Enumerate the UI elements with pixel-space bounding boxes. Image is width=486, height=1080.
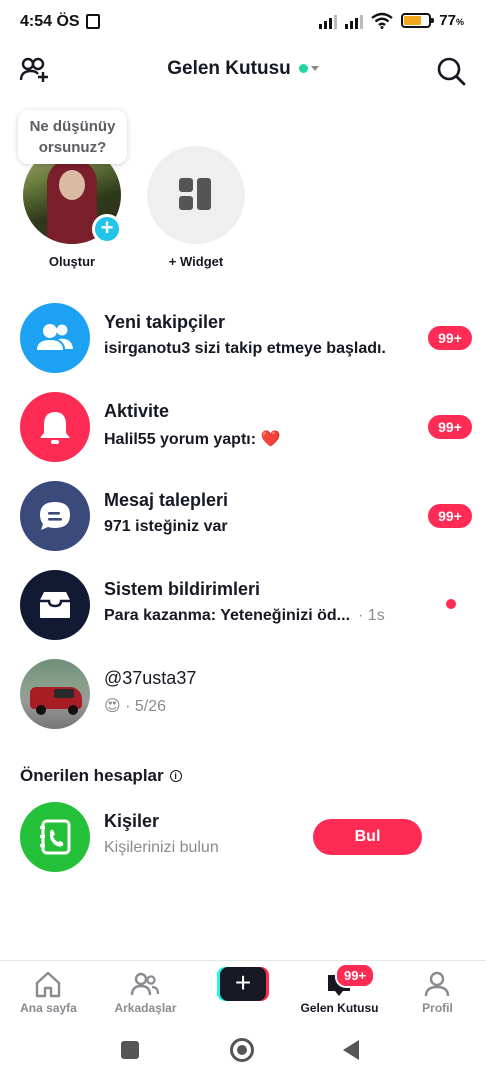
inbox-row-message-requests[interactable]: Mesaj talepleri 971 isteğiniz var 99+ [0, 474, 486, 558]
row-subtitle: 😍 · 5/26 [104, 698, 167, 715]
nav-label: Ana sayfa [20, 1001, 77, 1015]
find-button[interactable]: Bul [313, 819, 422, 855]
unread-badge: 99+ [428, 326, 472, 350]
followers-icon [20, 303, 90, 373]
inbox-badge: 99+ [335, 963, 376, 988]
inbox-row-activity[interactable]: Aktivite Halil55 yorum yaptı: ❤️ 99+ [0, 385, 486, 469]
inbox-tray-icon [20, 570, 90, 640]
search-icon[interactable] [436, 56, 466, 86]
online-status-dot [298, 64, 308, 74]
emoji: 😍 [104, 698, 121, 715]
create-label: Oluştur [48, 254, 96, 269]
inbox-row-new-followers[interactable]: Yeni takipçiler isirganotu3 sizi takip e… [0, 296, 486, 380]
row-title: @37usta37 [104, 668, 197, 688]
add-story-icon[interactable]: + [92, 214, 122, 244]
recent-apps-icon[interactable] [121, 1041, 139, 1059]
unread-badge: 99+ [428, 504, 472, 528]
plus-icon: + [220, 967, 266, 1001]
nav-home[interactable]: Ana sayfa [0, 961, 97, 1025]
status-bar: 4:54 ÖS 77% [0, 0, 486, 44]
thought-bubble[interactable]: Ne düşünüy orsunuz? [18, 110, 127, 164]
section-title: Önerilen hesaplar i [20, 766, 182, 786]
heart-emoji: ❤️ [260, 431, 281, 448]
page-title[interactable]: Gelen Kutusu [0, 58, 486, 80]
nav-label: Arkadaşlar [114, 1001, 177, 1015]
bell-icon [20, 392, 90, 462]
status-indicators: 77% [319, 12, 464, 29]
signal-icon [319, 13, 338, 29]
unread-dot [446, 599, 456, 609]
row-subtitle: Halil55 yorum yaptı: ❤️ [104, 431, 281, 448]
contacts-icon [20, 802, 90, 872]
inbox-row-chat[interactable]: @37usta37 😍 · 5/26 [0, 652, 486, 736]
widget-label: + Widget [168, 254, 224, 269]
message-icon [20, 481, 90, 551]
signal-icon-2 [345, 13, 364, 29]
nfc-icon [86, 14, 100, 29]
row-title: Sistem bildirimleri [104, 579, 261, 599]
row-time: · 1s [358, 607, 385, 624]
wifi-icon [371, 12, 394, 29]
info-icon[interactable]: i [169, 770, 182, 782]
friends-icon [130, 972, 160, 996]
inbox-row-system-notifications[interactable]: Sistem bildirimleri Para kazanma: Yetene… [0, 563, 486, 647]
row-title: Aktivite [104, 401, 170, 421]
row-title: Yeni takipçiler [104, 312, 226, 332]
row-subtitle: 971 isteğiniz var [104, 518, 228, 535]
widget-icon [179, 178, 193, 192]
nav-label: Profil [422, 1001, 453, 1015]
status-time: 4:54 ÖS [20, 13, 80, 30]
page-title-text: Gelen Kutusu [167, 58, 291, 79]
row-title: Kişiler [104, 811, 160, 831]
home-button-icon[interactable] [230, 1038, 254, 1062]
nav-friends[interactable]: Arkadaşlar [97, 961, 194, 1025]
row-title: Mesaj talepleri [104, 490, 229, 510]
create-button[interactable]: + [217, 967, 269, 1001]
chevron-down-icon [310, 66, 319, 72]
avatar [20, 659, 90, 729]
row-subtitle: Kişilerinizi bulun [104, 839, 219, 856]
header: Gelen Kutusu [0, 48, 486, 94]
unread-badge: 99+ [428, 415, 472, 439]
battery-icon [401, 13, 435, 28]
widget-button[interactable] [147, 146, 245, 244]
home-icon [35, 971, 61, 998]
nav-label: Gelen Kutusu [300, 1001, 379, 1015]
system-nav-bar [0, 1024, 486, 1080]
row-subtitle: Para kazanma: Yeteneğinizi öd... · 1s [104, 607, 385, 624]
row-subtitle: isirganotu3 sizi takip etmeye başladı. [104, 340, 386, 357]
back-icon[interactable] [343, 1040, 359, 1060]
stories-row: Ne düşünüy orsunuz? + Oluştur + Widget [0, 108, 486, 278]
nav-profile[interactable]: Profil [389, 961, 486, 1025]
battery-percent: 77% [439, 12, 464, 29]
profile-icon [424, 971, 450, 997]
